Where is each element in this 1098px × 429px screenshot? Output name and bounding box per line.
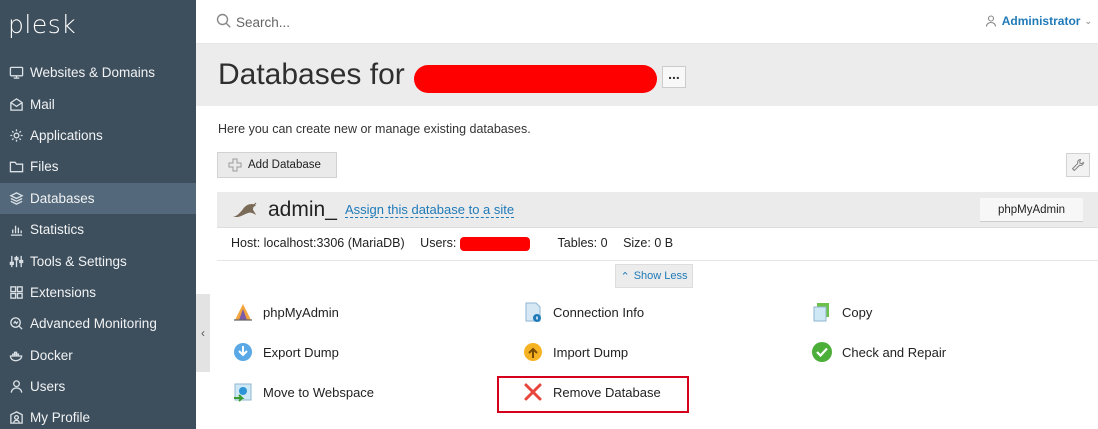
folder-icon — [8, 159, 24, 175]
sidebar-item-label: Websites & Domains — [30, 65, 156, 81]
divider — [217, 260, 1098, 261]
sidebar-item-websites-domains[interactable]: Websites & Domains — [0, 57, 196, 88]
layers-icon — [8, 190, 24, 206]
user-name: Administrator — [1001, 14, 1081, 28]
page-description: Here you can create new or manage existi… — [218, 122, 531, 136]
action-label: Check and Repair — [842, 344, 947, 360]
highlight-annotation — [497, 376, 689, 413]
action-connection-info[interactable]: Connection Info — [522, 301, 644, 323]
page-header: Databases for ... — [196, 44, 1098, 106]
sidebar-item-label: Tools & Settings — [30, 253, 127, 269]
action-label: Export Dump — [263, 344, 339, 360]
add-database-label: Add Database — [248, 159, 321, 171]
sidebar-item-label: Mail — [30, 96, 55, 112]
search-input[interactable] — [236, 12, 536, 32]
sidebar-item-users[interactable]: Users — [0, 371, 196, 402]
mail-icon — [8, 96, 24, 112]
chevron-left-icon: ‹ — [201, 326, 205, 340]
chevron-down-icon: ⌄ — [1084, 15, 1092, 26]
add-database-button[interactable]: Add Database — [217, 152, 337, 178]
sidebar: plesk Websites & Domains Mail Applicatio… — [0, 0, 196, 429]
connection-info-icon — [522, 301, 544, 323]
database-name: admin_ — [268, 198, 337, 221]
database-users: Users: — [420, 236, 542, 251]
plesk-logo[interactable]: plesk — [8, 10, 76, 39]
redacted-domain — [414, 65, 657, 93]
monitor-icon — [8, 65, 24, 81]
settings-button[interactable] — [1066, 153, 1090, 177]
profile-icon — [8, 410, 24, 426]
phpmyadmin-button[interactable]: phpMyAdmin — [980, 198, 1083, 222]
chevron-up-icon: ⌃ — [620, 270, 630, 283]
database-card-header: admin_ Assign this database to a site ph… — [217, 192, 1098, 228]
show-less-label: Show Less — [633, 270, 688, 282]
users-label: Users: — [420, 236, 457, 250]
more-button[interactable]: ... — [662, 66, 686, 88]
sidebar-item-applications[interactable]: Applications — [0, 120, 196, 151]
docker-icon — [8, 347, 24, 363]
database-host: Host: localhost:3306 (MariaDB) — [231, 236, 405, 250]
database-info: Host: localhost:3306 (MariaDB) Users: Ta… — [231, 236, 685, 251]
sidebar-item-databases[interactable]: Databases — [0, 182, 196, 214]
move-webspace-icon — [232, 381, 254, 403]
phpmyadmin-icon — [232, 301, 254, 323]
action-label: Import Dump — [553, 344, 629, 360]
copy-icon — [811, 301, 833, 323]
sidebar-nav: Websites & Domains Mail Applications Fil… — [0, 57, 196, 429]
export-dump-icon — [232, 341, 254, 363]
database-size: Size: 0 B — [623, 236, 674, 250]
action-copy[interactable]: Copy — [811, 301, 872, 323]
action-label: Connection Info — [553, 304, 645, 320]
monitoring-icon — [8, 316, 24, 332]
sidebar-item-label: Advanced Monitoring — [30, 316, 157, 332]
sidebar-item-label: Extensions — [30, 284, 97, 300]
sidebar-item-label: Docker — [30, 347, 73, 363]
action-label: Copy — [842, 304, 873, 320]
plus-icon — [228, 158, 242, 172]
sidebar-item-my-profile[interactable]: My Profile — [0, 402, 196, 429]
sidebar-item-mail[interactable]: Mail — [0, 88, 196, 119]
mysql-dolphin-icon — [233, 202, 257, 217]
user-icon — [985, 15, 996, 27]
user-menu[interactable]: Administrator ⌄ — [985, 14, 1092, 28]
action-move-to-webspace[interactable]: Move to Webspace — [232, 381, 374, 403]
sidebar-item-label: My Profile — [30, 410, 91, 426]
sidebar-item-statistics[interactable]: Statistics — [0, 214, 196, 245]
gear-icon — [8, 127, 24, 143]
action-import-dump[interactable]: Import Dump — [522, 341, 628, 363]
sidebar-item-advanced-monitoring[interactable]: Advanced Monitoring — [0, 308, 196, 339]
user-icon — [8, 379, 24, 395]
sidebar-item-label: Databases — [30, 190, 95, 206]
redacted-users — [460, 236, 531, 251]
action-label: phpMyAdmin — [263, 304, 339, 320]
bar-chart-icon — [8, 222, 24, 238]
sidebar-item-files[interactable]: Files — [0, 151, 196, 182]
action-label: Move to Webspace — [263, 384, 375, 400]
action-check-repair[interactable]: Check and Repair — [811, 341, 946, 363]
search-icon — [216, 13, 231, 28]
database-tables: Tables: 0 — [557, 236, 608, 250]
sidebar-item-label: Users — [30, 379, 66, 395]
assign-database-link[interactable]: Assign this database to a site — [345, 202, 515, 218]
sidebar-item-tools-settings[interactable]: Tools & Settings — [0, 245, 196, 276]
sidebar-collapse-handle[interactable]: ‹ — [196, 294, 210, 372]
action-phpmyadmin[interactable]: phpMyAdmin — [232, 301, 339, 323]
sidebar-item-extensions[interactable]: Extensions — [0, 277, 196, 308]
sliders-icon — [8, 253, 24, 269]
wrench-icon — [1071, 158, 1085, 172]
sidebar-item-docker[interactable]: Docker — [0, 340, 196, 371]
action-export-dump[interactable]: Export Dump — [232, 341, 339, 363]
check-icon — [811, 341, 833, 363]
import-dump-icon — [522, 341, 544, 363]
sidebar-item-label: Applications — [30, 127, 103, 143]
sidebar-item-label: Statistics — [30, 222, 85, 238]
page-title: Databases for — [218, 58, 405, 91]
show-less-button[interactable]: ⌃ Show Less — [615, 264, 693, 288]
sidebar-item-label: Files — [30, 159, 59, 175]
grid-icon — [8, 284, 24, 300]
top-bar: Administrator ⌄ — [196, 0, 1098, 44]
